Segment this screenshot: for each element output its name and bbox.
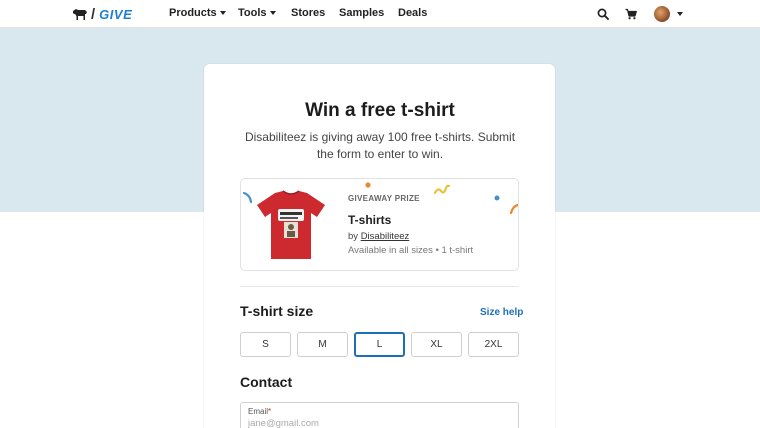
required-marker: * [268, 407, 272, 416]
horse-logo-icon [73, 9, 87, 20]
email-label: Email* [248, 407, 271, 416]
confetti-decoration [365, 182, 371, 188]
email-label-text: Email [248, 407, 269, 416]
page-title: Win a free t-shirt [305, 100, 455, 121]
chevron-down-icon[interactable] [677, 12, 683, 16]
nav-samples-label: Samples [339, 7, 385, 19]
nav-samples[interactable]: Samples [339, 7, 384, 19]
prize-label: GIVEAWAY PRIZE [348, 194, 420, 203]
tshirt-image [257, 190, 325, 259]
email-field[interactable]: Email* [240, 402, 519, 428]
logo-slash: / [91, 5, 96, 23]
nav-deals-label: Deals [398, 7, 428, 19]
prize-store: by Disabiliteez [348, 231, 409, 242]
size-option-s[interactable]: S [240, 332, 291, 357]
prize-availability: Available in all sizes • 1 t-shirt [348, 245, 474, 256]
prize-by-prefix: by [348, 231, 359, 242]
nav-tools-label: Tools [238, 7, 267, 19]
cart-icon[interactable] [625, 8, 637, 20]
page-subtitle: Disabiliteez is giving away 100 free t-s… [244, 130, 516, 161]
chevron-down-icon [219, 11, 226, 15]
size-section-title: T-shirt size [240, 303, 314, 319]
confetti-decoration [494, 195, 500, 201]
prize-card: GIVEAWAY PRIZE T-shirts by Disabiliteez … [240, 178, 519, 271]
email-input[interactable] [248, 418, 508, 428]
confetti-decoration [433, 184, 451, 195]
size-option-m[interactable]: M [297, 332, 348, 357]
nav-products-label: Products [169, 7, 217, 19]
chevron-down-icon [269, 11, 276, 15]
nav-stores[interactable]: Stores [291, 7, 325, 19]
prize-name: T-shirts [348, 213, 392, 227]
logo-text: GIVE [99, 6, 133, 22]
size-option-2xl[interactable]: 2XL [468, 332, 519, 357]
confetti-decoration [242, 191, 253, 204]
size-option-xl[interactable]: XL [411, 332, 462, 357]
nav-deals[interactable]: Deals [398, 7, 427, 19]
size-help-link[interactable]: Size help [480, 307, 523, 318]
size-option-l[interactable]: L [354, 332, 405, 357]
nav-stores-label: Stores [291, 7, 326, 19]
logo[interactable]: / GIVE [72, 5, 133, 23]
top-nav: / GIVE Products Tools Stores Samples Dea… [0, 0, 760, 28]
section-divider [240, 286, 519, 287]
store-link[interactable]: Disabiliteez [361, 231, 410, 242]
search-icon[interactable] [597, 8, 609, 20]
nav-products[interactable]: Products [169, 7, 226, 19]
contact-section-title: Contact [240, 374, 293, 390]
nav-tools[interactable]: Tools [238, 7, 276, 19]
avatar[interactable] [654, 6, 670, 22]
confetti-decoration [509, 203, 518, 215]
